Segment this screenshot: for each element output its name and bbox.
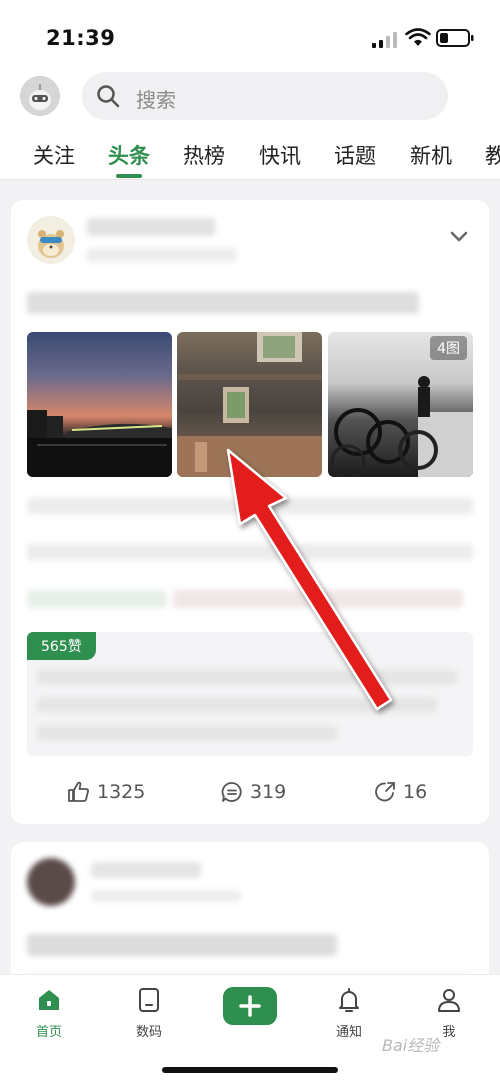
- person-icon: [438, 989, 460, 1012]
- author-name-blurred: [87, 218, 215, 236]
- post-title-blurred: [27, 292, 419, 314]
- battery-icon: [436, 29, 474, 47]
- bell-icon: [339, 988, 359, 1012]
- home-indicator: [162, 1067, 338, 1073]
- tab-flash-news[interactable]: 快讯: [259, 140, 301, 170]
- share-button[interactable]: 16: [373, 778, 427, 806]
- avatar[interactable]: [20, 76, 60, 116]
- post-tag-blurred-2: [173, 590, 463, 608]
- watermark: Bai经验: [382, 1036, 440, 1055]
- post-time-blurred: [87, 248, 237, 262]
- post-card[interactable]: 4图 565赞 1325 319 16: [11, 200, 489, 824]
- nav-notifications-label: 通知: [335, 1025, 362, 1040]
- comment-blurred-2: [37, 698, 437, 712]
- bottom-nav-bar: 首页 数码 通知 我: [0, 974, 500, 1083]
- tab-bar: 关注 头条 热榜 快讯 话题 新机 教: [0, 138, 500, 180]
- nav-home[interactable]: 首页: [14, 987, 84, 1040]
- tab-hot-list[interactable]: 热榜: [183, 140, 225, 170]
- post-text-blurred-2: [27, 544, 473, 560]
- author-avatar[interactable]: [27, 216, 75, 264]
- post-time-blurred: [91, 890, 241, 902]
- tab-topics[interactable]: 话题: [334, 140, 376, 170]
- hot-comments-box[interactable]: 565赞: [27, 632, 473, 756]
- likes-badge: 565赞: [27, 632, 96, 660]
- author-avatar-blurred: [27, 858, 75, 906]
- comment-button[interactable]: 319: [220, 778, 286, 806]
- post-create-button[interactable]: [223, 987, 277, 1025]
- header: 搜索 关注 头条 热榜 快讯 话题 新机 教: [0, 72, 500, 180]
- post-photo-bicycles[interactable]: 4图: [328, 332, 473, 477]
- photo-count-badge: 4图: [430, 336, 467, 360]
- like-button[interactable]: 1325: [67, 778, 145, 806]
- wifi-icon: [405, 28, 431, 46]
- plus-icon: [239, 995, 261, 1017]
- tab-headlines[interactable]: 头条: [108, 140, 150, 170]
- post-title-blurred: [27, 934, 337, 956]
- comment-blurred-1: [37, 670, 457, 684]
- tab-new-phones[interactable]: 新机: [410, 140, 452, 170]
- robot-avatar-icon: [20, 76, 60, 116]
- search-input[interactable]: 搜索: [82, 72, 448, 120]
- active-tab-indicator: [116, 174, 142, 178]
- nav-notifications[interactable]: 通知: [314, 987, 384, 1040]
- status-time: 21:39: [46, 26, 116, 50]
- thumbs-up-icon: [68, 781, 89, 802]
- author-name-blurred: [91, 862, 201, 878]
- post-photo-sunset[interactable]: [27, 332, 172, 477]
- tab-follow[interactable]: 关注: [33, 140, 75, 170]
- home-icon: [39, 990, 59, 1010]
- status-bar: 21:39: [0, 0, 500, 72]
- nav-home-label: 首页: [35, 1025, 62, 1040]
- tablet-icon: [139, 988, 159, 1012]
- post-tag-blurred-1: [27, 590, 167, 608]
- nav-digital[interactable]: 数码: [114, 987, 184, 1040]
- search-placeholder: 搜索: [136, 88, 176, 112]
- comment-blurred-3: [37, 726, 337, 740]
- signal-icon: [372, 32, 397, 48]
- comment-icon: [221, 782, 242, 802]
- search-icon: [97, 85, 120, 108]
- chevron-down-icon[interactable]: [449, 230, 469, 244]
- tab-tutorials[interactable]: 教: [485, 140, 500, 170]
- share-count: 16: [403, 781, 428, 803]
- hamster-avatar-icon: [38, 230, 64, 258]
- sunset-photo-art: [27, 410, 172, 477]
- studio-photo-art: [177, 332, 322, 477]
- post-photo-studio[interactable]: [177, 332, 322, 477]
- nav-digital-label: 数码: [135, 1025, 162, 1040]
- post-text-blurred-1: [27, 498, 473, 514]
- like-count: 1325: [97, 781, 146, 803]
- comment-count: 319: [250, 781, 287, 803]
- share-icon: [375, 782, 395, 802]
